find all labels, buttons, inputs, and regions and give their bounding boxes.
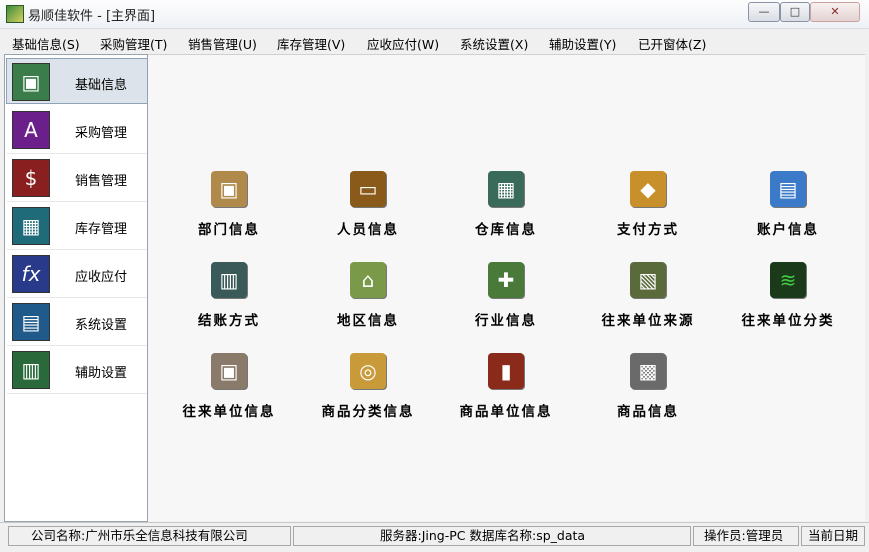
- system-settings-icon: ▤: [12, 303, 50, 341]
- partner-source-icon: ▧: [630, 262, 666, 298]
- status-company: 公司名称:广州市乐全信息科技有限公司: [8, 526, 291, 546]
- sidebar-item-sales[interactable]: $ 销售管理: [7, 155, 147, 202]
- sidebar-item-purchase[interactable]: A 采购管理: [7, 107, 147, 154]
- settlement-method-icon: ▥: [211, 262, 247, 298]
- menu-receivable-payable[interactable]: 应收应付(W): [367, 34, 439, 53]
- menu-system-settings[interactable]: 系统设置(X): [460, 34, 528, 53]
- personnel-icon: ▭: [350, 171, 386, 207]
- sidebar-item-inventory[interactable]: ▦ 库存管理: [7, 203, 147, 250]
- menu-basic-info[interactable]: 基础信息(S): [12, 34, 80, 53]
- tile-industry-info[interactable]: ✚ 行业信息: [436, 262, 576, 342]
- tile-account-info[interactable]: ▤ 账户信息: [718, 171, 858, 251]
- tile-label: 人员信息: [337, 222, 399, 238]
- receivable-payable-icon: fx: [12, 255, 50, 293]
- title-bar: 易顺佳软件 - [主界面] — □ ✕: [0, 0, 869, 29]
- product-category-icon: ◎: [350, 353, 386, 389]
- partner-category-icon: ≋: [770, 262, 806, 298]
- tile-label: 地区信息: [337, 313, 399, 329]
- sidebar-item-receivable-payable[interactable]: fx 应收应付: [7, 251, 147, 298]
- tile-personnel-info[interactable]: ▭ 人员信息: [298, 171, 438, 251]
- product-info-icon: ▩: [630, 353, 666, 389]
- menu-bar: 基础信息(S) 采购管理(T) 销售管理(U) 库存管理(V) 应收应付(W) …: [0, 30, 869, 52]
- tile-region-info[interactable]: ⌂ 地区信息: [298, 262, 438, 342]
- sidebar: ▣ 基础信息 A 采购管理 $ 销售管理 ▦ 库存管理 fx 应收应付 ▤ 系统…: [4, 54, 148, 522]
- tile-product-unit[interactable]: ▮ 商品单位信息: [436, 353, 576, 433]
- tile-partner-category[interactable]: ≋ 往来单位分类: [718, 262, 858, 342]
- sidebar-item-label: 应收应付: [75, 270, 128, 285]
- maximize-icon: □: [789, 5, 801, 18]
- tile-partner-source[interactable]: ▧ 往来单位来源: [578, 262, 718, 342]
- sidebar-item-label: 库存管理: [75, 222, 128, 237]
- tile-label: 结账方式: [198, 313, 260, 329]
- tile-payment-method[interactable]: ◆ 支付方式: [578, 171, 718, 251]
- inventory-icon: ▦: [12, 207, 50, 245]
- tile-label: 往来单位来源: [601, 313, 695, 329]
- window-title: 易顺佳软件 - [主界面]: [28, 9, 156, 24]
- tile-department-info[interactable]: ▣ 部门信息: [159, 171, 299, 251]
- sidebar-item-label: 系统设置: [75, 318, 128, 333]
- tile-label: 部门信息: [198, 222, 260, 238]
- tile-label: 行业信息: [475, 313, 537, 329]
- status-date: 当前日期: [801, 526, 865, 546]
- tile-label: 往来单位分类: [741, 313, 835, 329]
- basic-info-icon: ▣: [12, 63, 50, 101]
- sidebar-item-label: 采购管理: [75, 126, 128, 141]
- status-operator: 操作员:管理员: [693, 526, 799, 546]
- status-bar: 公司名称:广州市乐全信息科技有限公司 服务器:Jing-PC 数据库名称:sp_…: [0, 522, 869, 552]
- close-icon: ✕: [830, 5, 840, 18]
- auxiliary-settings-icon: ▥: [12, 351, 50, 389]
- tile-label: 商品单位信息: [459, 404, 553, 420]
- tile-label: 账户信息: [757, 222, 819, 238]
- maximize-button[interactable]: □: [780, 2, 810, 22]
- industry-icon: ✚: [488, 262, 524, 298]
- app-icon: [6, 5, 24, 23]
- menu-open-windows[interactable]: 已开窗体(Z): [638, 34, 706, 53]
- tile-settlement-method[interactable]: ▥ 结账方式: [159, 262, 299, 342]
- sidebar-item-basic-info[interactable]: ▣ 基础信息: [6, 58, 148, 104]
- menu-sales[interactable]: 销售管理(U): [188, 34, 257, 53]
- tile-label: 支付方式: [617, 222, 679, 238]
- region-icon: ⌂: [350, 262, 386, 298]
- tile-label: 仓库信息: [475, 222, 537, 238]
- tile-product-category[interactable]: ◎ 商品分类信息: [298, 353, 438, 433]
- minimize-button[interactable]: —: [748, 2, 780, 22]
- menu-inventory[interactable]: 库存管理(V): [277, 34, 345, 53]
- menu-purchase[interactable]: 采购管理(T): [100, 34, 167, 53]
- sidebar-item-label: 销售管理: [75, 174, 128, 189]
- tile-label: 往来单位信息: [182, 404, 276, 420]
- payment-method-icon: ◆: [630, 171, 666, 207]
- sidebar-item-auxiliary-settings[interactable]: ▥ 辅助设置: [7, 347, 147, 394]
- menu-auxiliary-settings[interactable]: 辅助设置(Y): [549, 34, 616, 53]
- close-button[interactable]: ✕: [810, 2, 860, 22]
- purchase-icon: A: [12, 111, 50, 149]
- product-unit-icon: ▮: [488, 353, 524, 389]
- sales-icon: $: [12, 159, 50, 197]
- tile-product-info[interactable]: ▩ 商品信息: [578, 353, 718, 433]
- tile-label: 商品信息: [617, 404, 679, 420]
- account-icon: ▤: [770, 171, 806, 207]
- tile-partner-info[interactable]: ▣ 往来单位信息: [159, 353, 299, 433]
- partner-info-icon: ▣: [211, 353, 247, 389]
- warehouse-icon: ▦: [488, 171, 524, 207]
- department-icon: ▣: [211, 171, 247, 207]
- main-panel: ▣ 部门信息 ▭ 人员信息 ▦ 仓库信息 ◆ 支付方式 ▤ 账户信息 ▥ 结账方…: [148, 54, 865, 521]
- sidebar-item-label: 基础信息: [75, 78, 128, 93]
- sidebar-item-label: 辅助设置: [75, 366, 128, 381]
- tile-warehouse-info[interactable]: ▦ 仓库信息: [436, 171, 576, 251]
- sidebar-item-system-settings[interactable]: ▤ 系统设置: [7, 299, 147, 346]
- status-server: 服务器:Jing-PC 数据库名称:sp_data: [293, 526, 691, 546]
- tile-label: 商品分类信息: [321, 404, 415, 420]
- minimize-icon: —: [758, 5, 770, 18]
